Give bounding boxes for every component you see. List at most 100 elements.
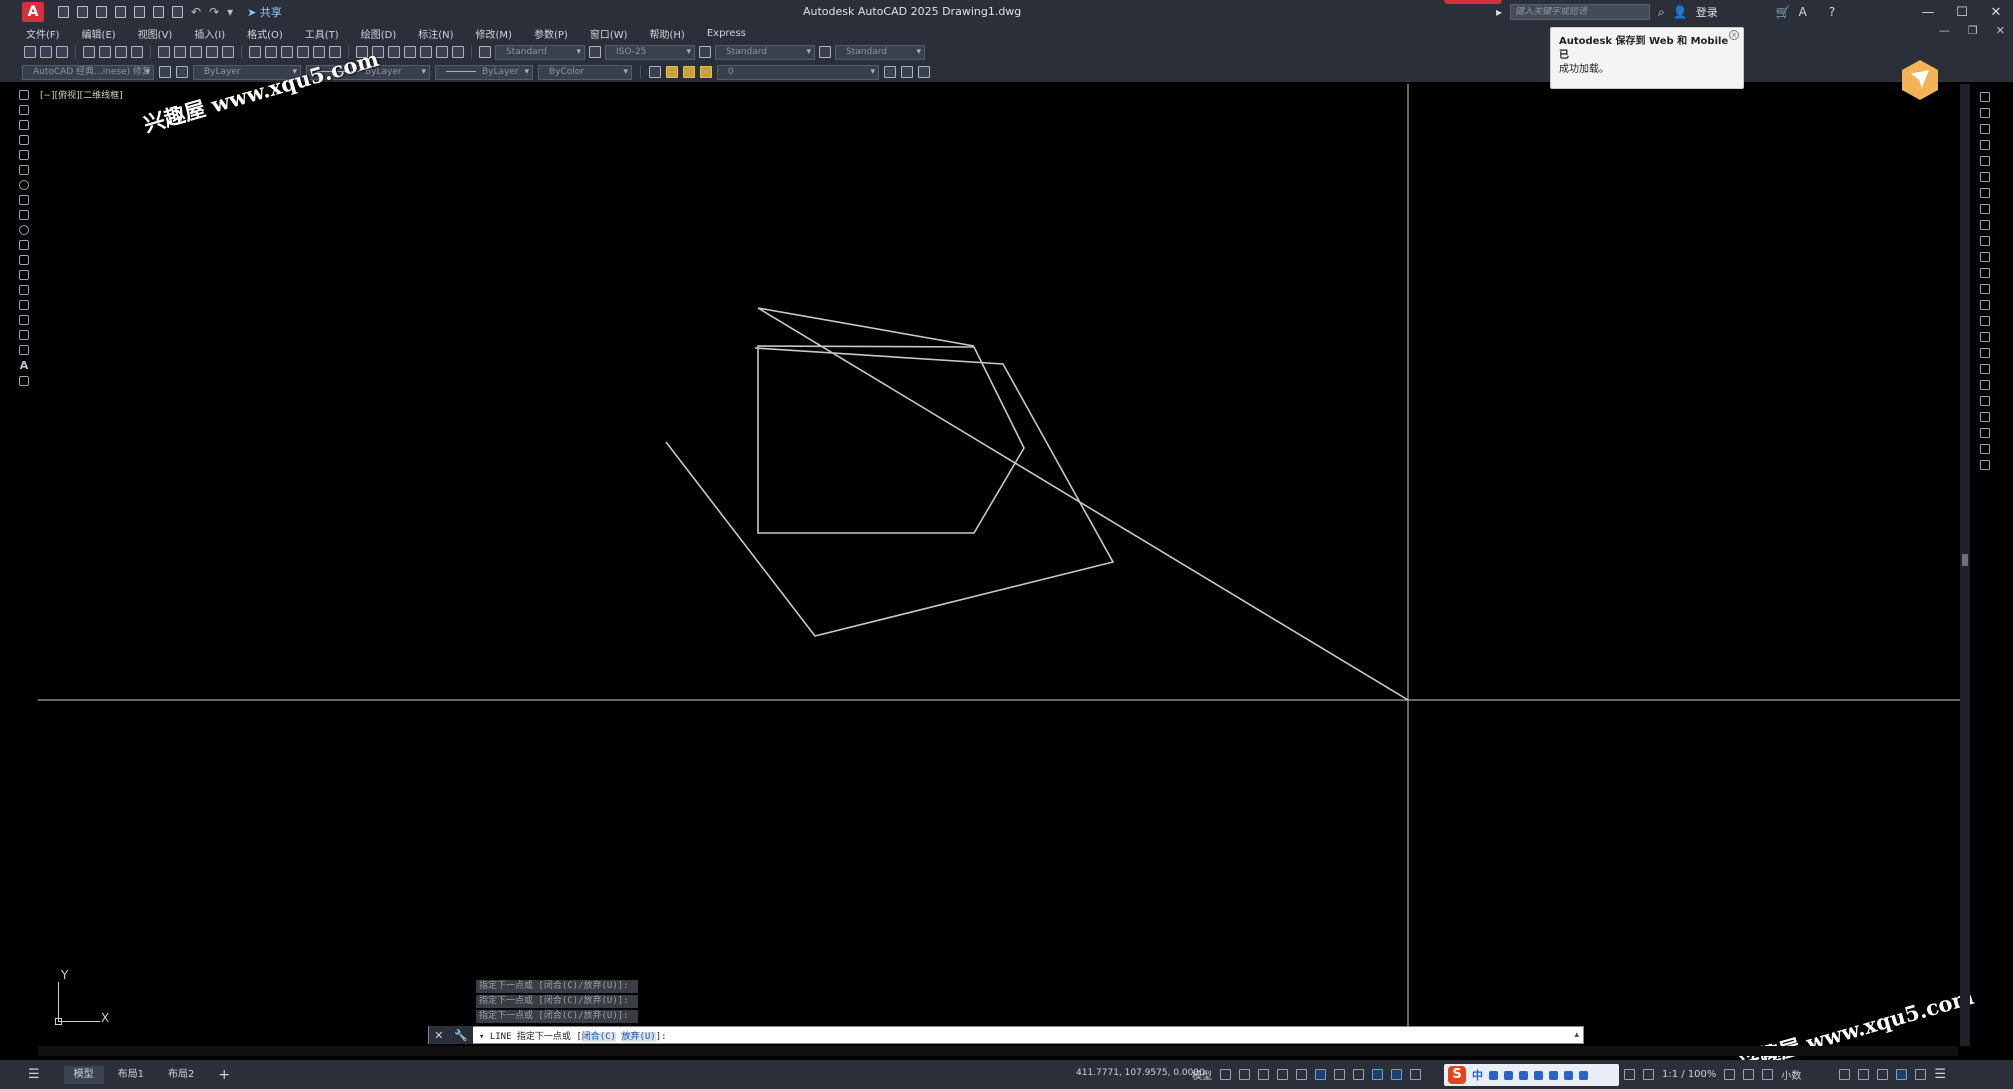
isolate-objects-icon[interactable] bbox=[1877, 1069, 1889, 1080]
menu-help[interactable]: 帮助(H) bbox=[650, 26, 685, 41]
ortho-icon[interactable] bbox=[1296, 1069, 1307, 1080]
expand-arrow-icon[interactable]: ▸ bbox=[1496, 5, 1502, 19]
redo-toolbar-icon[interactable] bbox=[265, 46, 277, 58]
calculator-icon[interactable] bbox=[436, 46, 448, 58]
diagonal-line[interactable] bbox=[757, 307, 1409, 701]
trim-icon[interactable] bbox=[1980, 236, 1990, 246]
menu-dimension[interactable]: 标注(N) bbox=[418, 26, 453, 41]
ime-skin-icon[interactable] bbox=[1534, 1070, 1543, 1080]
tab-model[interactable]: 模型 bbox=[63, 1065, 104, 1084]
plot-icon[interactable] bbox=[172, 6, 183, 18]
command-close-icon[interactable]: ✕ bbox=[434, 1029, 443, 1042]
vertical-scroll-thumb[interactable] bbox=[1962, 554, 1968, 566]
extend-icon[interactable] bbox=[1980, 252, 1990, 262]
explode-icon[interactable] bbox=[1980, 364, 1990, 374]
ime-apps-icon[interactable] bbox=[1564, 1070, 1573, 1080]
lineweight-select[interactable]: ByLayer bbox=[435, 64, 533, 80]
user-icon[interactable]: 👤 bbox=[1673, 5, 1688, 19]
tab-layout2[interactable]: 布局2 bbox=[158, 1066, 204, 1084]
new-icon[interactable] bbox=[58, 6, 69, 18]
command-option-undo[interactable]: 放弃(U) bbox=[621, 1031, 656, 1042]
rotate-icon[interactable] bbox=[1980, 188, 1990, 198]
annotation-monitor-icon[interactable] bbox=[1743, 1069, 1755, 1080]
infer-constraints-icon[interactable] bbox=[1258, 1069, 1269, 1080]
quadrilateral-shape-1[interactable] bbox=[757, 345, 1025, 534]
command-customize-icon[interactable]: 🔧 bbox=[454, 1029, 468, 1042]
quadrilateral-shape-2[interactable] bbox=[665, 347, 1115, 637]
open-file-icon[interactable] bbox=[40, 46, 52, 58]
layer-freeze-icon[interactable] bbox=[683, 66, 695, 78]
ime-keyboard-icon[interactable] bbox=[1519, 1070, 1528, 1080]
zoom-realtime-icon[interactable] bbox=[297, 46, 309, 58]
break-at-point-icon[interactable] bbox=[1980, 268, 1990, 278]
ime-logo-icon[interactable]: S bbox=[1448, 1066, 1466, 1084]
bring-above-icon[interactable] bbox=[1980, 412, 1990, 422]
ime-settings-icon[interactable] bbox=[1579, 1070, 1588, 1080]
stretch-icon[interactable] bbox=[1980, 220, 1990, 230]
send-under-icon[interactable] bbox=[1980, 428, 1990, 438]
blend-curves-icon[interactable] bbox=[1980, 348, 1990, 358]
minimize-button[interactable]: — bbox=[1911, 0, 1945, 24]
open-icon[interactable] bbox=[77, 6, 88, 18]
offset-icon[interactable] bbox=[1980, 140, 1990, 150]
scale-icon[interactable] bbox=[1980, 204, 1990, 214]
menu-express[interactable]: Express bbox=[707, 28, 746, 39]
text-style-select[interactable]: Standard bbox=[495, 44, 585, 60]
horizontal-scrollbar[interactable] bbox=[38, 1046, 1958, 1056]
text-front-icon[interactable] bbox=[1980, 444, 1990, 454]
redo-icon[interactable]: ↷ bbox=[209, 5, 219, 19]
erase-icon[interactable] bbox=[1980, 92, 1990, 102]
hatch-back-icon[interactable] bbox=[1980, 460, 1990, 470]
ime-voice-icon[interactable] bbox=[1504, 1070, 1513, 1080]
sheet-set-icon[interactable] bbox=[404, 46, 416, 58]
hamburger-menu-icon[interactable]: ☰ bbox=[28, 1067, 40, 1082]
menu-parametric[interactable]: 参数(P) bbox=[534, 26, 568, 41]
menu-tools[interactable]: 工具(T) bbox=[305, 26, 339, 41]
layer-previous-icon[interactable] bbox=[901, 66, 913, 78]
draworder-back-icon[interactable] bbox=[1980, 396, 1990, 406]
menu-window[interactable]: 窗口(W) bbox=[590, 26, 628, 41]
qat-customize-icon[interactable]: ▾ bbox=[227, 5, 233, 19]
table-style-icon[interactable] bbox=[699, 46, 711, 58]
share-button[interactable]: ➤ 共享 bbox=[247, 4, 282, 20]
vertical-scrollbar[interactable] bbox=[1960, 84, 1970, 1046]
command-expand-icon[interactable]: ▴ bbox=[1574, 1030, 1579, 1040]
grid-icon[interactable] bbox=[1220, 1069, 1231, 1080]
object-snap-tracking-icon[interactable] bbox=[1353, 1069, 1364, 1080]
save-as-icon[interactable] bbox=[115, 6, 126, 18]
workspace-lock-icon[interactable] bbox=[176, 66, 188, 78]
dim-style-icon[interactable] bbox=[589, 46, 601, 58]
layer-properties-icon[interactable] bbox=[649, 66, 661, 78]
break-icon[interactable] bbox=[1980, 284, 1990, 294]
tab-layout1[interactable]: 布局1 bbox=[108, 1066, 154, 1084]
annotation-scale-select[interactable]: 1:1 / 100% bbox=[1662, 1069, 1716, 1080]
layer-select[interactable]: 0 bbox=[717, 64, 879, 80]
auto-scale-icon[interactable] bbox=[1643, 1069, 1654, 1080]
doc-close-button[interactable]: ✕ bbox=[1996, 24, 2005, 37]
match-properties-icon[interactable] bbox=[206, 46, 218, 58]
layer-lock-icon[interactable] bbox=[700, 66, 712, 78]
isometric-icon[interactable] bbox=[1334, 1069, 1345, 1080]
help-icon[interactable]: ? bbox=[1829, 5, 1835, 19]
workspace-switch-icon[interactable] bbox=[1724, 1069, 1736, 1080]
autodesk-account-icon[interactable]: A bbox=[1799, 5, 1807, 19]
viewport-controls-label[interactable]: [−][俯视][二维线框] bbox=[40, 88, 123, 101]
clean-screen-icon[interactable] bbox=[1915, 1069, 1927, 1080]
workspace-select[interactable]: AutoCAD 经典...inese) 修复 bbox=[22, 64, 154, 80]
drawing-canvas[interactable] bbox=[0, 84, 1960, 1026]
chamfer-icon[interactable] bbox=[1980, 316, 1990, 326]
transparency-icon[interactable] bbox=[1410, 1069, 1421, 1080]
command-line[interactable]: ✕ 🔧 ▾ LINE 指定下一点或 [闭合(C) 放弃(U)]: ▴ bbox=[428, 1026, 1584, 1044]
save-icon[interactable] bbox=[96, 6, 107, 18]
copy-object-icon[interactable] bbox=[1980, 108, 1990, 118]
help-search-input[interactable]: 键入关键字或短语 bbox=[1510, 4, 1651, 20]
save-file-icon[interactable] bbox=[56, 46, 68, 58]
menu-insert[interactable]: 插入(I) bbox=[194, 26, 225, 41]
array-icon[interactable] bbox=[1980, 156, 1990, 166]
doc-restore-button[interactable]: ❐ bbox=[1968, 24, 1978, 37]
qnew-icon[interactable] bbox=[24, 46, 36, 58]
menu-draw[interactable]: 绘图(D) bbox=[361, 26, 397, 41]
cursor-coordinates[interactable]: 411.7771, 107.9575, 0.0000 bbox=[1076, 1068, 1205, 1078]
print-icon[interactable] bbox=[83, 46, 95, 58]
lock-ui-icon[interactable] bbox=[1762, 1069, 1774, 1080]
